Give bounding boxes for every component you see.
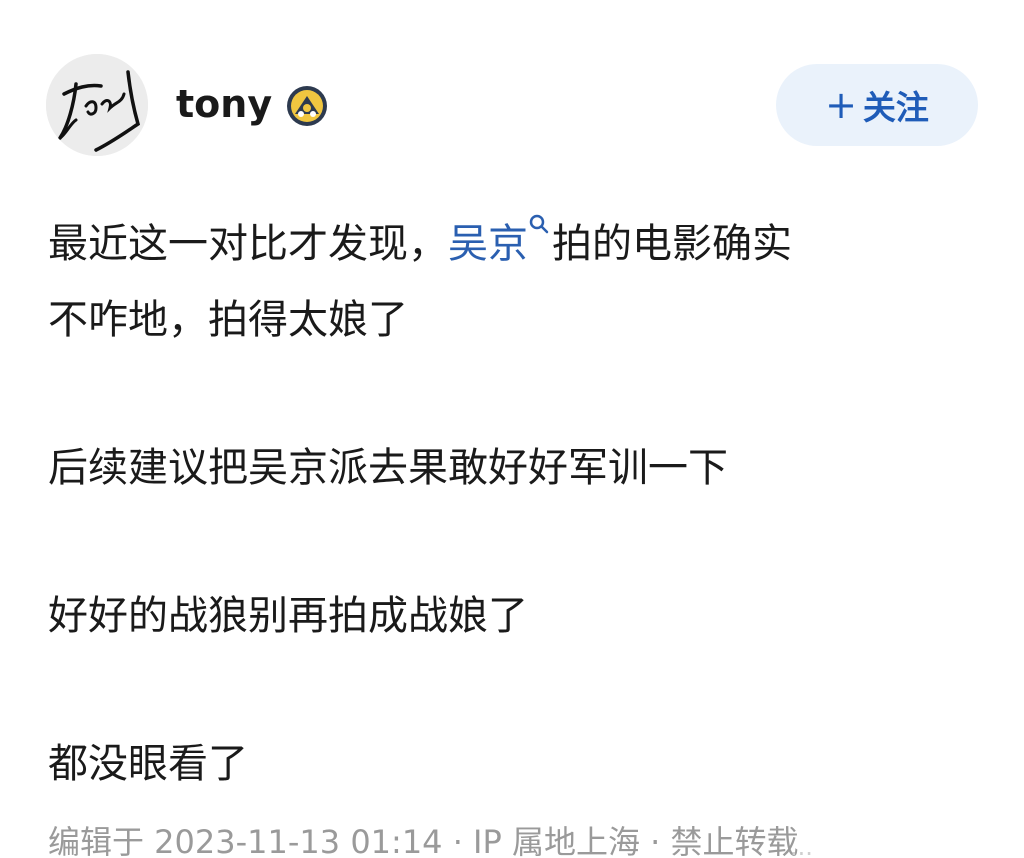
- search-icon[interactable]: [528, 213, 550, 235]
- author-name[interactable]: tony: [176, 78, 272, 130]
- post-page: tony + 关注 最近这一对比才发现，吴京 拍的电影确实 不咋地，拍得太娘了 后…: [0, 0, 1024, 858]
- content-line-1: 最近这一对比才发现，吴京 拍的电影确实: [48, 206, 978, 282]
- content-line-2: 不咋地，拍得太娘了: [48, 297, 408, 343]
- entity-link[interactable]: 吴京: [448, 221, 528, 267]
- post-content: 最近这一对比才发现，吴京 拍的电影确实 不咋地，拍得太娘了 后续建议把吴京派去果敢…: [48, 206, 978, 802]
- follow-button-label: 关注: [862, 88, 929, 127]
- watermark: ···: [790, 840, 813, 858]
- post-meta: 编辑于 2023-11-13 01:14 · IP 属地上海 · 禁止转载: [48, 823, 799, 858]
- avatar[interactable]: [46, 54, 148, 156]
- plus-icon: +: [825, 83, 857, 127]
- content-line-1-prefix: 最近这一对比才发现，: [48, 221, 448, 267]
- signature-avatar-icon: [46, 54, 148, 156]
- content-paragraph-4: 都没眼看了: [48, 741, 248, 787]
- content-paragraph-2: 后续建议把吴京派去果敢好好军训一下: [48, 445, 728, 491]
- content-line-1-suffix: 拍的电影确实: [552, 221, 792, 267]
- content-paragraph-3: 好好的战狼别再拍成战娘了: [48, 593, 528, 639]
- verified-badge-icon: [287, 86, 327, 126]
- follow-button[interactable]: + 关注: [776, 64, 978, 146]
- post-header: tony + 关注: [0, 0, 1024, 190]
